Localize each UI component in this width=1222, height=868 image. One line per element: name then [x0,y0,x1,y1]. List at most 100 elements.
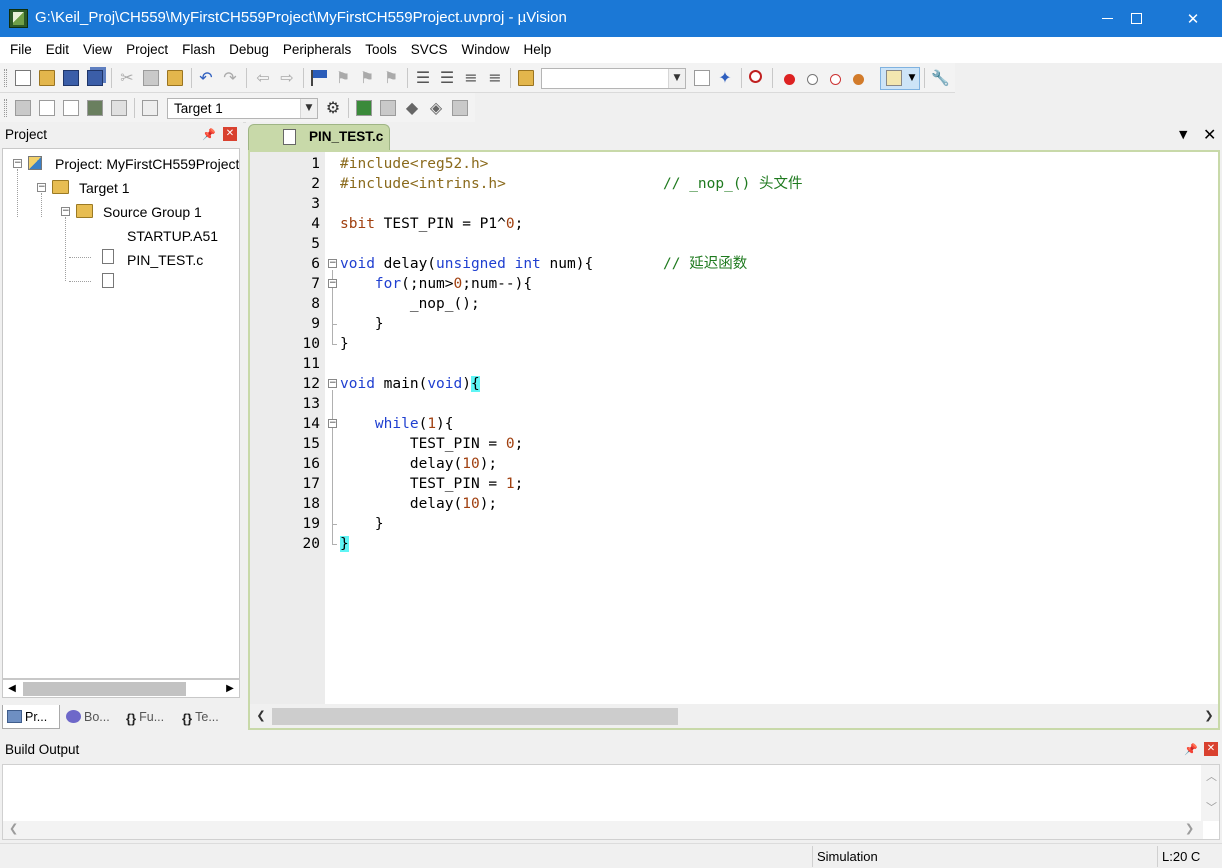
bookmark-prev-icon[interactable]: ⚑ [335,70,351,86]
menu-window[interactable]: Window [454,37,516,63]
tree-item-file[interactable]: PIN_TEST.c [127,250,203,270]
disable-breakpoints-icon[interactable] [830,74,841,85]
scroll-left-icon[interactable]: ❮ [9,822,18,835]
manage-project-items-icon[interactable] [356,100,372,116]
manage-runtime-icon[interactable]: ◈ [428,100,444,116]
unindent-icon[interactable]: ☰ [439,70,455,86]
code-text[interactable]: #include<reg52.h> #include<intrins.h> // … [339,152,1218,704]
scroll-left-icon[interactable]: ❮ [252,707,270,725]
translate-icon[interactable] [15,100,31,116]
collapse-icon[interactable]: − [13,159,22,168]
bookmark-toggle-icon[interactable] [311,70,327,86]
tab-books[interactable]: Bo... [62,705,118,729]
enable-breakpoint-icon[interactable] [807,74,818,85]
menu-peripherals[interactable]: Peripherals [276,37,358,63]
build-output-vertical-scrollbar[interactable]: ︿ ﹀ [1201,765,1219,821]
scroll-left-icon[interactable]: ◀ [3,680,21,697]
collapse-icon[interactable]: − [61,207,70,216]
build-output-text[interactable]: ︿ ﹀ ❮ ❯ [2,764,1220,840]
chevron-down-icon[interactable]: ▼ [300,99,317,118]
bookmark-next-icon[interactable]: ⚑ [359,70,375,86]
menu-edit[interactable]: Edit [39,37,76,63]
scroll-right-icon[interactable]: ❯ [1200,707,1218,725]
pin-icon[interactable]: 📌 [202,128,216,141]
insert-breakpoint-icon[interactable] [784,74,795,85]
fold-toggle-icon[interactable]: − [328,259,337,268]
tab-templates[interactable]: {} Te... [178,705,234,729]
scrollbar-thumb[interactable] [23,682,186,696]
manage-packs-icon[interactable] [380,100,396,116]
find-icon[interactable] [694,70,710,86]
load-download-icon[interactable] [142,100,158,116]
paste-icon[interactable] [167,70,183,86]
menu-svcs[interactable]: SVCS [404,37,455,63]
build-output-horizontal-scrollbar[interactable]: ❮ ❯ [3,821,1203,839]
close-window-button[interactable]: ✕ [1164,0,1222,37]
scroll-down-icon[interactable]: ﹀ [1206,799,1217,815]
kill-breakpoints-icon[interactable] [853,74,864,85]
save-icon[interactable] [63,70,79,86]
navigate-forward-icon[interactable]: ⇨ [279,70,295,86]
uncomment-icon[interactable]: ≡ [487,70,503,86]
close-editor-icon[interactable]: ✕ [1203,125,1216,144]
debug-session-icon[interactable] [749,70,762,83]
find-combo[interactable]: ▼ [541,68,686,89]
tab-list-dropdown-icon[interactable]: ▼ [1179,128,1187,141]
new-file-icon[interactable] [15,70,31,86]
redo-icon[interactable]: ↷ [222,70,238,86]
chevron-down-icon[interactable]: ▼ [904,70,920,86]
toolbar-grip[interactable] [4,69,7,87]
fold-toggle-icon[interactable]: − [328,379,337,388]
tree-item-target[interactable]: Target 1 [79,178,130,198]
project-tree-scrollbar[interactable]: ◀ ▶ [2,679,240,698]
incremental-find-icon[interactable]: ✦ [717,70,733,86]
menu-debug[interactable]: Debug [222,37,276,63]
fold-toggle-icon[interactable]: − [328,419,337,428]
undo-icon[interactable]: ↶ [198,70,214,86]
target-options-icon[interactable]: ⚙ [325,100,341,116]
build-icon[interactable] [39,100,55,116]
collapse-icon[interactable]: − [37,183,46,192]
comment-icon[interactable]: ≡ [463,70,479,86]
code-editor[interactable]: 1 2 3 4 5 6 7 8 9 10 11 12 13 14 15 16 17 18 19 20 #include… [248,150,1220,730]
select-packs-icon[interactable]: ◆ [404,100,420,116]
menu-view[interactable]: View [76,37,119,63]
open-folder-icon[interactable] [39,70,55,86]
batch-build-icon[interactable] [87,100,103,116]
toolbar-grip[interactable] [4,99,7,117]
close-panel-icon[interactable]: ✕ [223,127,237,141]
target-select[interactable]: Target 1 ▼ [167,98,318,119]
chevron-down-icon[interactable]: ▼ [668,69,685,88]
close-panel-icon[interactable]: ✕ [1204,742,1218,756]
menu-flash[interactable]: Flash [175,37,222,63]
fold-toggle-icon[interactable]: − [328,279,337,288]
menu-project[interactable]: Project [119,37,175,63]
find-in-files-icon[interactable] [518,70,534,86]
bookmark-clear-icon[interactable]: ⚑ [383,70,399,86]
menu-tools[interactable]: Tools [358,37,404,63]
stop-build-icon[interactable] [111,100,127,116]
save-all-icon[interactable] [87,70,103,86]
copy-icon[interactable] [143,70,159,86]
tab-functions[interactable]: {} Fu... [122,705,176,729]
rebuild-icon[interactable] [63,100,79,116]
menu-file[interactable]: File [3,37,39,63]
cut-icon[interactable]: ✂ [119,70,135,86]
pin-icon[interactable]: 📌 [1184,743,1198,756]
tree-item-project[interactable]: Project: MyFirstCH559Project [55,154,239,174]
navigate-back-icon[interactable]: ⇦ [255,70,271,86]
scrollbar-thumb[interactable] [272,708,678,725]
tab-project[interactable]: Pr... [2,705,60,729]
editor-horizontal-scrollbar[interactable]: ❮ ❯ [250,704,1218,728]
tree-item-file[interactable]: STARTUP.A51 [127,226,218,246]
tree-item-group[interactable]: Source Group 1 [103,202,202,222]
maximize-button[interactable] [1107,0,1165,37]
scroll-up-icon[interactable]: ︿ [1206,768,1217,784]
scroll-right-icon[interactable]: ❯ [1185,822,1194,835]
menu-help[interactable]: Help [517,37,559,63]
tab-pin-test-c[interactable]: PIN_TEST.c [248,124,390,150]
scroll-right-icon[interactable]: ▶ [221,680,239,697]
indent-icon[interactable]: ☰ [415,70,431,86]
configure-icon[interactable]: 🔧 [931,70,950,86]
pack-installer-icon[interactable] [452,100,468,116]
